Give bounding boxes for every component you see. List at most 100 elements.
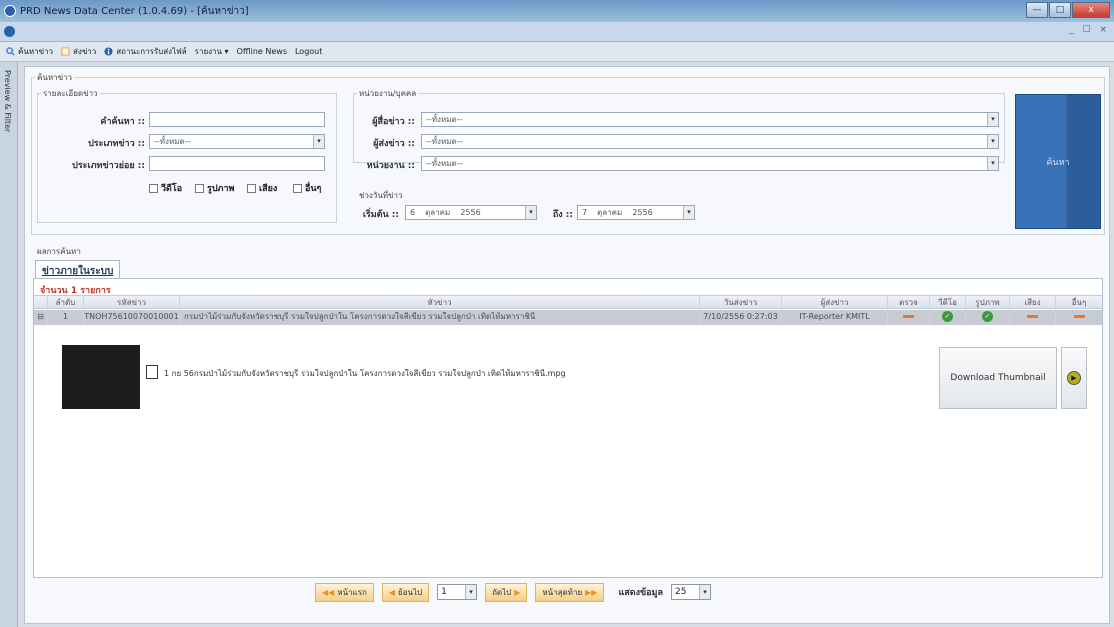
row-news-id: TNOH75610070010001 xyxy=(84,310,180,325)
play-icon: ▶ xyxy=(1067,371,1081,385)
search-button[interactable]: ค้นหา xyxy=(1015,94,1101,229)
page-value: 1 xyxy=(441,587,447,597)
column-header[interactable]: ตรวจ xyxy=(888,296,930,310)
last-page-button[interactable]: หน้าสุดท้าย ▶▶ xyxy=(535,582,605,602)
download-thumbnail-button[interactable]: Download Thumbnail xyxy=(939,347,1057,409)
row-status-checked xyxy=(888,310,930,325)
column-header[interactable]: วีดีโอ xyxy=(930,296,966,310)
reporter-select[interactable]: --ทั้งหมด-- ▾ xyxy=(421,112,999,127)
page-size-select[interactable]: 25 ▾ xyxy=(670,584,711,600)
menu-logout[interactable]: Logout xyxy=(295,47,322,56)
grid-header: ลำดับ รหัสข่าว หัวข่าว วันส่งข่าว ผู้ส่ง… xyxy=(34,295,1102,310)
agency-label: หน่วยงาน :: xyxy=(366,161,415,171)
mdi-controls[interactable]: _ ☐ × xyxy=(1069,25,1110,35)
mdi-bar: _ ☐ × xyxy=(0,22,1114,42)
calendar-dropdown-icon: ▾ xyxy=(683,206,694,219)
column-header[interactable]: ลำดับ xyxy=(48,296,84,310)
first-page-label: หน้าแรก xyxy=(337,587,367,597)
news-type-value: --ทั้งหมด-- xyxy=(154,137,191,146)
menu-offline-news-label: Offline News xyxy=(236,47,287,56)
org-group xyxy=(353,93,1005,163)
search-button-label: ค้นหา xyxy=(1046,157,1070,168)
column-header[interactable]: ผู้ส่งข่าว xyxy=(782,296,888,310)
agency-value: --ทั้งหมด-- xyxy=(426,159,463,168)
row-index: 1 xyxy=(48,310,84,325)
info-icon xyxy=(104,47,113,56)
column-header[interactable]: รหัสข่าว xyxy=(84,296,180,310)
minimize-button[interactable]: — xyxy=(1026,2,1048,18)
media-audio-label: เสียง xyxy=(259,184,278,194)
menu-send[interactable]: ส่งข่าว xyxy=(61,45,96,58)
row-status-other xyxy=(1056,310,1102,325)
menu-offline-news[interactable]: Offline News xyxy=(237,47,287,56)
row-sender: IT-Reporter KMITL xyxy=(782,310,888,325)
side-panel-tab-label: Preview & Filter xyxy=(3,70,12,133)
chevron-down-icon: ▾ xyxy=(987,113,998,126)
chevron-down-icon: ▾ xyxy=(465,585,477,599)
media-other-label: อื่นๆ xyxy=(305,184,322,194)
checkbox-box xyxy=(195,183,204,193)
start-date-picker[interactable]: 6 ตุลาคม 2556 ▾ xyxy=(405,205,537,220)
keyword-label: คำค้นหา :: xyxy=(100,117,145,127)
menu-search[interactable]: ค้นหาข่าว xyxy=(6,45,53,58)
side-panel-tab[interactable]: Preview & Filter xyxy=(0,62,18,627)
checkbox-box xyxy=(149,183,158,193)
page-size-label: แสดงข้อมูล xyxy=(618,588,663,598)
table-row[interactable]: ⊟ 1 TNOH75610070010001 กรมป่าไม้ร่วมกับจ… xyxy=(34,310,1102,325)
maximize-button[interactable]: □ xyxy=(1049,2,1071,18)
double-arrow-left-icon: ◀◀ xyxy=(322,587,335,597)
sender-label: ผู้ส่งข่าว :: xyxy=(373,139,415,149)
menu-report[interactable]: รายงาน ▾ xyxy=(195,45,229,58)
chevron-down-icon: ▾ xyxy=(698,585,710,599)
agency-select[interactable]: --ทั้งหมด-- ▾ xyxy=(421,156,999,171)
dash-icon xyxy=(903,315,914,318)
chevron-down-icon: ▾ xyxy=(313,135,324,148)
row-collapse-toggle[interactable]: ⊟ xyxy=(34,310,48,325)
page-select[interactable]: 1 ▾ xyxy=(437,584,478,600)
media-other-checkbox[interactable]: อื่นๆ xyxy=(293,181,321,195)
start-date-label: เริ่มต้น :: xyxy=(362,210,399,220)
sender-select[interactable]: --ทั้งหมด-- ▾ xyxy=(421,134,999,149)
menu-transfer-status[interactable]: สถานะการรับส่งไฟล์ xyxy=(104,45,187,58)
keyword-input[interactable] xyxy=(149,112,325,127)
results-tabs: ข่าวภายในระบบ xyxy=(35,260,121,282)
video-thumbnail[interactable] xyxy=(62,345,140,409)
column-header[interactable]: อื่นๆ xyxy=(1056,296,1102,310)
last-page-label: หน้าสุดท้าย xyxy=(542,587,583,597)
end-month: ตุลาคม xyxy=(597,208,623,217)
menu-search-label: ค้นหาข่าว xyxy=(18,47,54,56)
menu-report-label: รายงาน ▾ xyxy=(194,47,229,56)
column-header[interactable]: เสียง xyxy=(1010,296,1056,310)
media-image-checkbox[interactable]: รูปภาพ xyxy=(195,181,234,195)
arrow-right-icon: ▶ xyxy=(514,587,521,597)
news-type-label: ประเภทข่าว :: xyxy=(88,139,145,149)
document-icon xyxy=(61,47,70,56)
media-video-label: วีดีโอ xyxy=(161,184,183,194)
calendar-dropdown-icon: ▾ xyxy=(525,206,536,219)
row-headline: กรมป่าไม้ร่วมกับจังหวัดราชบุรี รวมใจปลูก… xyxy=(180,310,700,325)
start-year: 2556 xyxy=(460,208,481,217)
media-image-label: รูปภาพ xyxy=(207,184,235,194)
previous-page-button[interactable]: ◀ ย้อนไป xyxy=(381,582,430,602)
media-audio-checkbox[interactable]: เสียง xyxy=(247,181,277,195)
main-panel: ค้นหาข่าว รายละเอียดข่าว คำค้นหา :: ประเ… xyxy=(24,66,1110,624)
news-subtype-input[interactable] xyxy=(149,156,325,171)
end-date-picker[interactable]: 7 ตุลาคม 2556 ▾ xyxy=(577,205,695,220)
mdi-app-icon xyxy=(4,26,15,37)
column-header[interactable]: หัวข่าว xyxy=(180,296,700,310)
arrow-left-icon: ◀ xyxy=(388,587,395,597)
next-page-button[interactable]: ถัดไป ▶ xyxy=(485,582,528,602)
page-size-value: 25 xyxy=(674,587,687,597)
media-video-checkbox[interactable]: วีดีโอ xyxy=(149,181,182,195)
pagination: ◀◀ หน้าแรก ◀ ย้อนไป 1 ▾ ถัดไป ▶ หน้าสุดท้าย ▶… xyxy=(315,582,711,602)
column-header[interactable]: วันส่งข่าว xyxy=(700,296,782,310)
column-header[interactable]: รูปภาพ xyxy=(966,296,1010,310)
play-button[interactable]: ▶ xyxy=(1061,347,1087,409)
close-button[interactable]: x xyxy=(1072,2,1110,18)
date-range-title: ช่วงวันที่ข่าว xyxy=(357,189,405,202)
news-type-select[interactable]: --ทั้งหมด-- ▾ xyxy=(149,134,325,149)
checkbox-box xyxy=(293,183,302,193)
row-status-audio xyxy=(1010,310,1056,325)
file-icon[interactable] xyxy=(146,365,158,379)
first-page-button[interactable]: ◀◀ หน้าแรก xyxy=(315,582,374,602)
